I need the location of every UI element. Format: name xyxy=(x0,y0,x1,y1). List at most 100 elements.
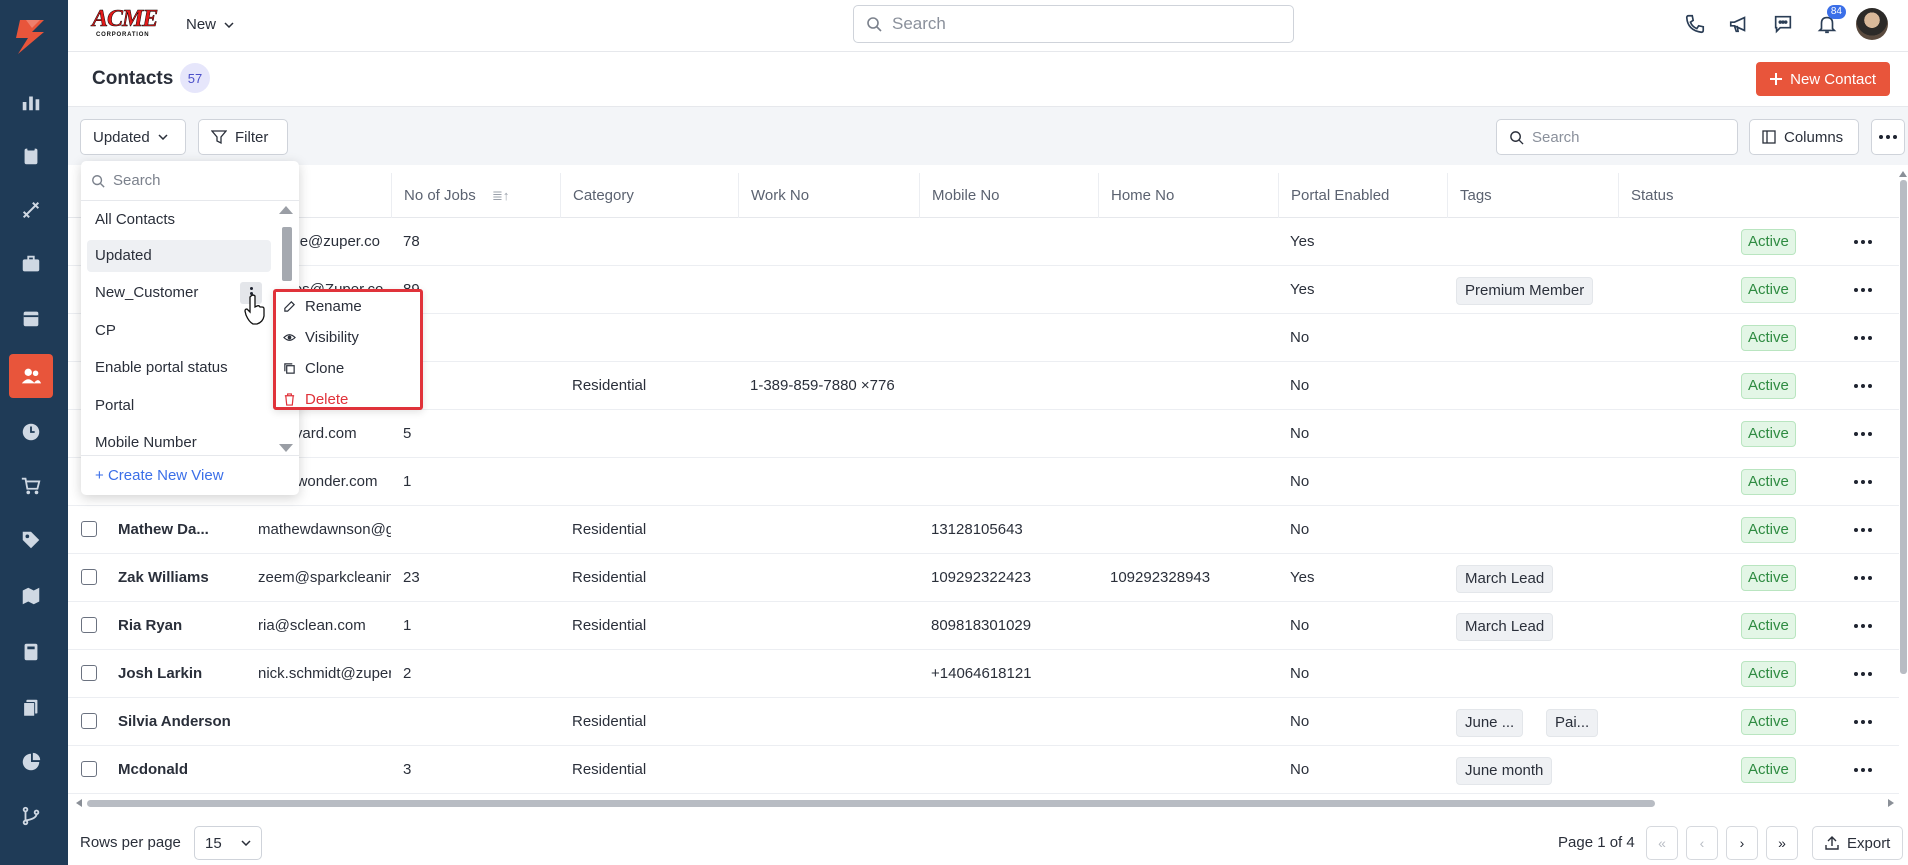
view-item-enable-portal-status[interactable]: Enable portal status xyxy=(87,352,271,384)
visibility-menu-item[interactable]: Visibility xyxy=(283,324,418,350)
row-actions-icon[interactable] xyxy=(1853,377,1873,395)
nav-calculator-icon[interactable] xyxy=(9,630,53,674)
row-checkbox[interactable] xyxy=(81,521,97,537)
view-item-updated[interactable]: Updated xyxy=(87,240,271,272)
nav-briefcase-icon[interactable] xyxy=(9,242,53,286)
more-options-button[interactable] xyxy=(1871,119,1905,155)
row-actions-icon[interactable] xyxy=(1853,473,1873,491)
nav-map-icon[interactable] xyxy=(9,574,53,618)
table-row[interactable]: George@zuper.co 78 Yes Active xyxy=(68,218,1899,266)
new-menu-button[interactable]: New xyxy=(186,16,234,33)
nav-workflow-icon[interactable] xyxy=(9,794,53,838)
table-row[interactable]: Ria Ryan ria@sclean.com 1 Residential 809818… xyxy=(68,602,1899,650)
column-header-portal-enabled[interactable]: Portal Enabled xyxy=(1278,173,1447,218)
nav-tag-icon[interactable] xyxy=(9,518,53,562)
column-header-status[interactable]: Status xyxy=(1618,173,1788,218)
row-actions-icon[interactable] xyxy=(1853,425,1873,443)
scroll-down-icon[interactable] xyxy=(279,443,293,453)
nav-reports-icon[interactable] xyxy=(9,740,53,784)
row-checkbox[interactable] xyxy=(81,713,97,729)
column-header-tags[interactable]: Tags xyxy=(1447,173,1618,218)
megaphone-icon[interactable] xyxy=(1724,9,1754,39)
view-item-portal[interactable]: Portal xyxy=(87,390,271,422)
column-header-home-no[interactable]: Home No xyxy=(1098,173,1278,218)
export-button[interactable]: Export xyxy=(1812,826,1904,860)
cell-email[interactable] xyxy=(246,746,391,794)
column-header-category[interactable]: Category xyxy=(560,173,738,218)
table-row[interactable]: Zak Williamszeem@sparkcleanin... 23 Reside… xyxy=(68,554,1899,602)
table-row[interactable]: Josh Larkinnick.schmidt@zuper.... 2 +14064… xyxy=(68,650,1899,698)
row-actions-icon[interactable] xyxy=(1853,233,1873,251)
row-actions-icon[interactable] xyxy=(1853,713,1873,731)
table-row[interactable]: Mathew Da...mathewdawnson@g... Residentia… xyxy=(68,506,1899,554)
cell-email[interactable]: zeem@sparkcleanin... xyxy=(246,554,391,602)
next-page-button[interactable]: › xyxy=(1726,826,1758,860)
column-header-work-no[interactable]: Work No xyxy=(738,173,919,218)
brand-logo[interactable]: ACME CORPORATION xyxy=(92,6,164,40)
nav-cart-icon[interactable] xyxy=(9,464,53,508)
scroll-up-icon[interactable] xyxy=(279,205,293,215)
global-search-input[interactable]: Search xyxy=(853,5,1294,43)
column-header-no-of-jobs[interactable]: No of Jobs ≣↑ xyxy=(391,173,560,218)
row-actions-icon[interactable] xyxy=(1853,665,1873,683)
row-actions-icon[interactable] xyxy=(1853,521,1873,539)
nav-clock-icon[interactable] xyxy=(9,410,53,454)
row-checkbox[interactable] xyxy=(81,761,97,777)
nav-contacts-icon[interactable] xyxy=(9,354,53,398)
row-checkbox[interactable] xyxy=(81,569,97,585)
nav-tools-icon[interactable] xyxy=(9,188,53,232)
table-search-input[interactable]: Search xyxy=(1496,119,1738,155)
table-row[interactable]: Ric@yard.com 5 No Active xyxy=(68,410,1899,458)
columns-button[interactable]: Columns xyxy=(1749,119,1859,155)
filter-button[interactable]: Filter xyxy=(198,119,288,155)
cell-name[interactable]: Mathew Da... xyxy=(106,506,246,554)
nav-calendar-icon[interactable] xyxy=(9,296,53,340)
view-selector-button[interactable]: Updated xyxy=(80,119,186,155)
cell-name[interactable]: Josh Larkin xyxy=(106,650,246,698)
sort-icon[interactable]: ≣↑ xyxy=(492,173,509,218)
scroll-up-icon[interactable] xyxy=(1899,170,1907,178)
scroll-right-icon[interactable] xyxy=(1887,799,1895,807)
cell-email[interactable]: ria@sclean.com xyxy=(246,602,391,650)
nav-documents-icon[interactable] xyxy=(9,686,53,730)
chat-icon[interactable] xyxy=(1768,9,1798,39)
clone-menu-item[interactable]: Clone xyxy=(283,355,418,381)
prev-page-button[interactable]: ‹ xyxy=(1686,826,1718,860)
row-checkbox[interactable] xyxy=(81,665,97,681)
bell-icon[interactable]: 84 xyxy=(1812,5,1846,39)
table-row[interactable]: Mcdonald 3 Residential No June month Active xyxy=(68,746,1899,794)
rows-per-page-select[interactable]: 15 xyxy=(194,826,262,860)
cell-name[interactable]: Mcdonald xyxy=(106,746,246,794)
phone-icon[interactable] xyxy=(1680,9,1710,39)
cell-name[interactable]: Zak Williams xyxy=(106,554,246,602)
table-row[interactable]: kas@wonder.com 1 No Active xyxy=(68,458,1899,506)
row-actions-icon[interactable] xyxy=(1853,281,1873,299)
scroll-left-icon[interactable] xyxy=(75,799,83,807)
row-actions-icon[interactable] xyxy=(1853,617,1873,635)
cell-name[interactable]: Ria Ryan xyxy=(106,602,246,650)
app-logo-icon[interactable] xyxy=(10,16,52,58)
cell-name[interactable]: Silvia Anderson xyxy=(106,698,246,746)
create-new-view-button[interactable]: + Create New View xyxy=(81,455,299,495)
first-page-button[interactable]: « xyxy=(1646,826,1678,860)
horizontal-scrollbar[interactable] xyxy=(75,798,1895,808)
new-contact-button[interactable]: New Contact xyxy=(1756,62,1890,96)
views-scroll-thumb[interactable] xyxy=(282,227,292,281)
user-avatar[interactable] xyxy=(1856,8,1888,40)
view-item-all-contacts[interactable]: All Contacts xyxy=(87,204,271,236)
vertical-scrollbar[interactable] xyxy=(1898,170,1908,674)
vertical-scroll-thumb[interactable] xyxy=(1900,180,1907,674)
rename-menu-item[interactable]: Rename xyxy=(283,293,418,319)
horizontal-scroll-thumb[interactable] xyxy=(87,800,1655,807)
row-actions-icon[interactable] xyxy=(1853,761,1873,779)
nav-dashboard-icon[interactable] xyxy=(9,80,53,124)
views-search-input[interactable]: Search xyxy=(81,161,299,201)
row-actions-icon[interactable] xyxy=(1853,569,1873,587)
column-header-mobile-no[interactable]: Mobile No xyxy=(919,173,1098,218)
last-page-button[interactable]: » xyxy=(1766,826,1798,860)
delete-menu-item[interactable]: Delete xyxy=(283,386,418,412)
cell-email[interactable] xyxy=(246,698,391,746)
nav-jobs-icon[interactable] xyxy=(9,134,53,178)
row-actions-icon[interactable] xyxy=(1853,329,1873,347)
cell-email[interactable]: mathewdawnson@g... xyxy=(246,506,391,554)
